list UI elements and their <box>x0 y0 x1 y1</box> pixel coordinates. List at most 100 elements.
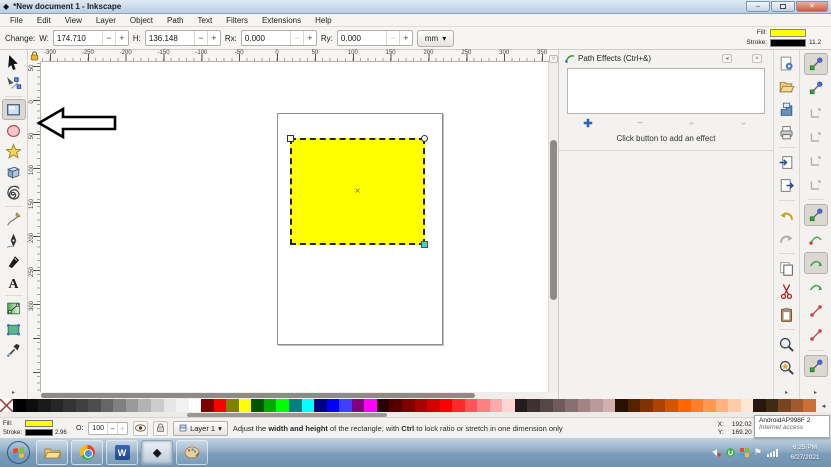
fill-color-swatch[interactable] <box>770 28 806 37</box>
palette-color-swatch[interactable] <box>615 399 628 412</box>
width-decrement-button[interactable]: − <box>101 31 115 45</box>
export-button[interactable] <box>776 175 797 196</box>
opacity-value[interactable]: 100 <box>89 425 107 432</box>
layer-visibility-toggle[interactable] <box>133 420 149 436</box>
scroll-up-icon[interactable]: ˅ <box>549 55 558 63</box>
palette-color-swatch[interactable] <box>50 399 64 412</box>
width-spinbox[interactable]: 174.710 − + <box>52 30 129 46</box>
stroke-color-swatch[interactable] <box>770 38 806 47</box>
print-button[interactable] <box>776 122 797 143</box>
palette-color-swatch[interactable] <box>38 399 51 412</box>
palette-color-swatch[interactable] <box>477 399 490 412</box>
palette-color-swatch[interactable] <box>765 399 779 412</box>
fill-stroke-indicator[interactable]: Fill: Stroke: 11.2 <box>746 28 825 47</box>
palette-color-swatch[interactable] <box>389 399 402 412</box>
rx-spinbox[interactable]: 0.000 − + <box>240 30 317 46</box>
calligraphy-tool[interactable] <box>2 251 26 272</box>
star-tool[interactable] <box>2 141 26 162</box>
rx-increment-button[interactable]: + <box>302 31 316 45</box>
palette-color-swatch[interactable] <box>276 399 290 412</box>
palette-color-swatch[interactable] <box>251 399 264 412</box>
move-effect-down-button[interactable]: › <box>737 118 751 129</box>
palette-color-swatch[interactable] <box>502 399 515 412</box>
ry-spinbox[interactable]: 0.000 − + <box>336 30 413 46</box>
palette-color-swatch[interactable] <box>790 399 804 412</box>
open-button[interactable] <box>776 76 797 97</box>
cut-button[interactable] <box>776 281 797 302</box>
pen-tool[interactable] <box>2 230 26 251</box>
palette-color-swatch[interactable] <box>188 399 202 412</box>
palette-color-swatch[interactable] <box>690 399 704 412</box>
menu-help[interactable]: Help <box>308 16 338 25</box>
palette-color-swatch[interactable] <box>238 399 252 412</box>
text-tool[interactable]: A <box>2 272 26 293</box>
palette-color-swatch[interactable] <box>414 399 428 412</box>
spiral-tool[interactable] <box>2 183 26 204</box>
palette-color-swatch[interactable] <box>565 399 578 412</box>
pencil-tool[interactable] <box>2 209 26 230</box>
layer-lock-toggle[interactable] <box>153 420 169 436</box>
palette-color-swatch[interactable] <box>25 399 39 412</box>
palette-color-swatch[interactable] <box>351 399 365 412</box>
dropper-tool[interactable] <box>2 340 26 361</box>
panel-close-button[interactable]: × <box>752 54 762 63</box>
minimize-button[interactable]: – <box>746 1 770 12</box>
palette-color-swatch[interactable] <box>602 399 616 412</box>
no-color-swatch[interactable] <box>0 399 13 412</box>
palette-color-swatch[interactable] <box>75 399 89 412</box>
zoom-button[interactable] <box>776 334 797 355</box>
resize-handle-top-right[interactable] <box>421 135 428 142</box>
close-button[interactable]: × <box>796 1 828 12</box>
program-grid-icon[interactable] <box>739 448 749 457</box>
palette-color-swatch[interactable] <box>13 399 26 412</box>
redo-button[interactable] <box>776 228 797 249</box>
menu-text[interactable]: Text <box>191 16 220 25</box>
action-center-flag-icon[interactable]: ⚑ <box>754 448 762 457</box>
effect-list[interactable] <box>567 68 765 114</box>
vertical-scrollbar[interactable]: ˅ <box>548 55 558 392</box>
palette-color-swatch[interactable] <box>740 399 754 412</box>
undo-button[interactable] <box>776 205 797 226</box>
volume-icon[interactable] <box>711 448 721 457</box>
move-effect-up-button[interactable]: › <box>685 118 699 129</box>
tweak-tool[interactable] <box>2 319 26 340</box>
duplicate-button[interactable] <box>776 258 797 279</box>
unit-dropdown[interactable]: mm ▾ <box>416 29 455 47</box>
palette-color-swatch[interactable] <box>301 399 315 412</box>
snap-others-toggle[interactable] <box>803 355 828 377</box>
box3d-tool[interactable] <box>2 162 26 183</box>
snap-bbox-edges-toggle[interactable] <box>804 101 828 123</box>
palette-scroll-left-icon[interactable]: ◂ <box>816 399 831 412</box>
snap-line-midpoints-toggle[interactable] <box>804 324 828 346</box>
palette-color-swatch[interactable] <box>401 399 415 412</box>
horizontal-scrollbar-thumb[interactable] <box>41 393 475 398</box>
commands-expander[interactable]: ▸ <box>785 389 788 396</box>
rectangle-tool[interactable] <box>1 99 26 120</box>
rx-decrement-button[interactable]: − <box>289 31 303 45</box>
palette-color-swatch[interactable] <box>803 399 816 412</box>
opacity-spinbox[interactable]: 100 − + <box>88 421 129 435</box>
rx-value[interactable]: 0.000 <box>242 34 290 43</box>
menu-file[interactable]: File <box>3 16 30 25</box>
opacity-decrement-button[interactable]: − <box>107 422 117 434</box>
menu-edit[interactable]: Edit <box>30 16 58 25</box>
palette-color-swatch[interactable] <box>728 399 741 412</box>
menu-object[interactable]: Object <box>123 16 160 25</box>
palette-scrollbar-thumb[interactable] <box>187 412 387 417</box>
ellipse-tool[interactable] <box>2 120 26 141</box>
taskbar-explorer-button[interactable] <box>36 440 68 465</box>
vertical-scrollbar-thumb[interactable] <box>550 140 557 300</box>
palette-color-swatch[interactable] <box>677 399 691 412</box>
ry-increment-button[interactable]: + <box>398 31 412 45</box>
palette-color-swatch[interactable] <box>778 399 791 412</box>
snap-bbox-corners-toggle[interactable] <box>804 125 828 147</box>
snap-paths-toggle[interactable] <box>804 228 828 250</box>
zoom-drawing-button[interactable] <box>776 357 797 378</box>
opacity-increment-button[interactable]: + <box>117 422 127 434</box>
palette-color-swatch[interactable] <box>552 399 566 412</box>
palette-color-swatch[interactable] <box>577 399 591 412</box>
palette-color-swatch[interactable] <box>703 399 716 412</box>
height-decrement-button[interactable]: − <box>193 31 207 45</box>
palette-color-swatch[interactable] <box>452 399 465 412</box>
palette-color-swatch[interactable] <box>163 399 177 412</box>
